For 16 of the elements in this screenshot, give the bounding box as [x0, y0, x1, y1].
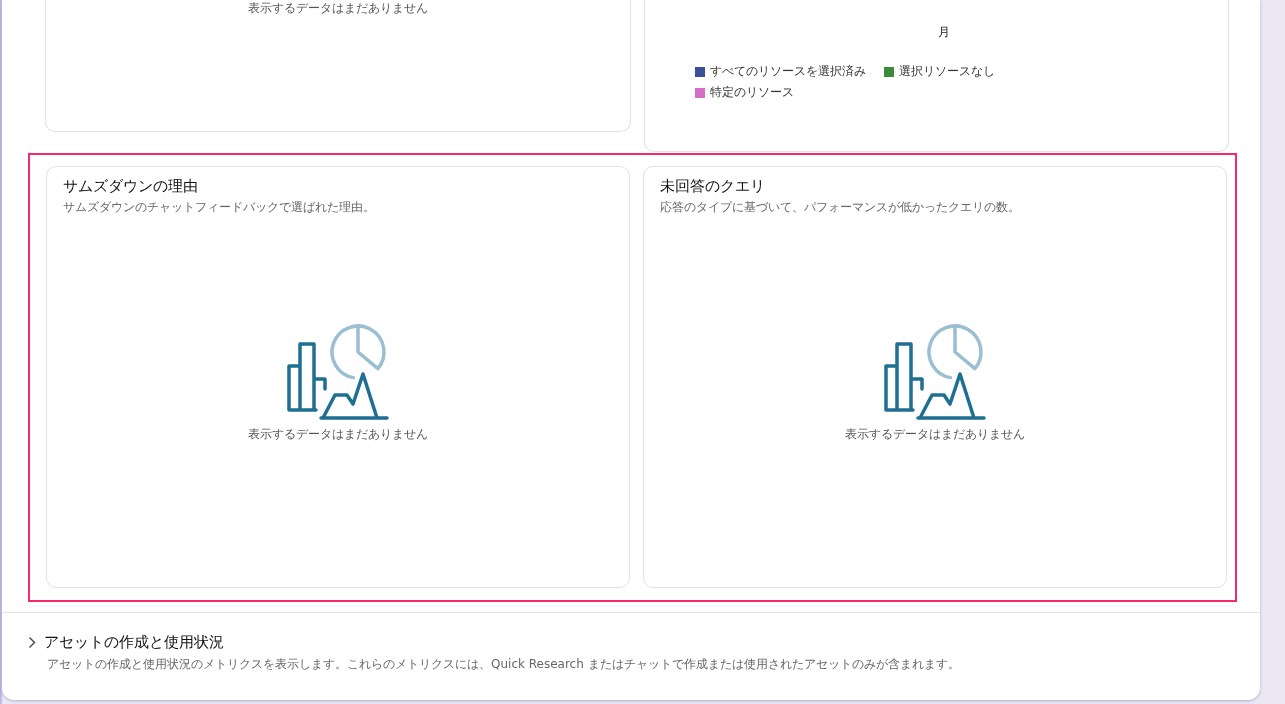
empty-message: 表示するデータはまだありません: [845, 427, 1025, 442]
card-title: サムズダウンの理由: [63, 177, 199, 196]
axis-label: 月: [937, 24, 952, 41]
section-expander[interactable]: アセットの作成と使用状況: [28, 633, 1234, 652]
card-description: 応答のタイプに基づいて、パフォーマンスが低かったクエリの数。: [660, 199, 1021, 216]
chart-placeholder-icon: [884, 321, 986, 421]
chart-placeholder-icon: [287, 321, 389, 421]
empty-message: 表示するデータはまだありません: [247, 1, 428, 17]
legend-label: 選択リソースなし: [898, 63, 995, 80]
legend-label: 特定のリソース: [709, 84, 794, 101]
card-title: 未回答のクエリ: [660, 177, 766, 196]
legend-label: すべてのリソースを選択済み: [709, 63, 866, 80]
card-description: サムズダウンのチャットフィードバックで選ばれた理由。: [63, 199, 376, 216]
empty-message: 表示するデータはまだありません: [248, 427, 428, 442]
chevron-icon: [28, 636, 36, 649]
section-description: アセットの作成と使用状況のメトリクスを表示します。これらのメトリクスには、Quick Research またはチャットで作成または使用されたアセットのみが含まれます。: [47, 656, 961, 673]
